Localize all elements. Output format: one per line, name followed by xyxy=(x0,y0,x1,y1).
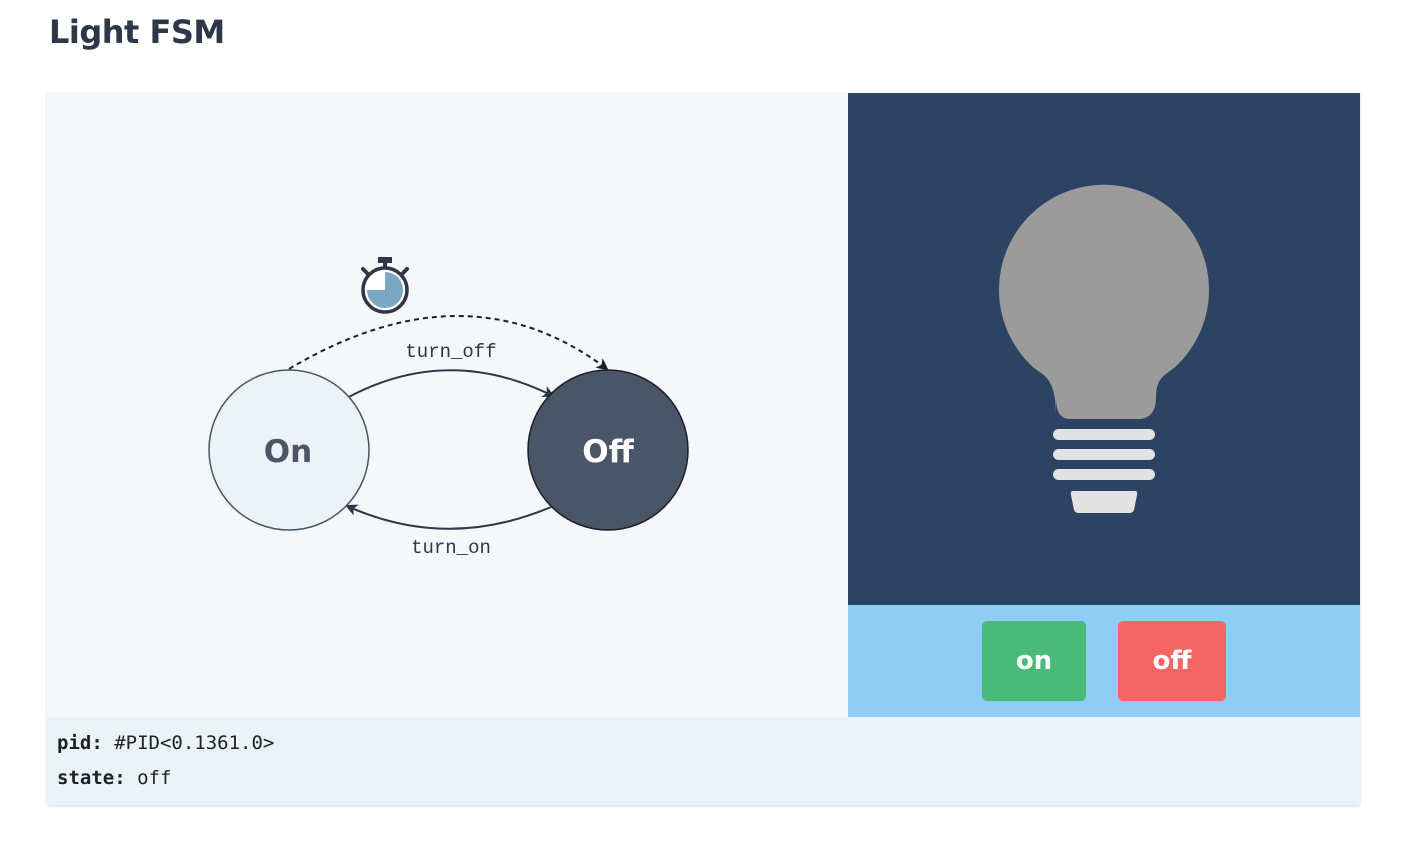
bulb-panel xyxy=(848,93,1360,605)
state-value: off xyxy=(137,767,172,789)
off-button[interactable]: off xyxy=(1118,621,1226,701)
controls-panel: on off xyxy=(848,605,1360,717)
state-diagram-svg: turn_off turn_on On Off xyxy=(208,257,689,559)
lightbulb-icon xyxy=(999,184,1209,513)
turn-off-transition-label: turn_off xyxy=(405,341,496,363)
pid-row: pid: #PID<0.1361.0> xyxy=(57,732,274,754)
state-node-off: Off xyxy=(527,369,689,531)
state-row: state: off xyxy=(57,767,171,789)
pid-key: pid: xyxy=(57,732,103,754)
state-label-on: On xyxy=(264,434,312,470)
info-panel: pid: #PID<0.1361.0> state: off xyxy=(47,717,1360,805)
on-button[interactable]: on xyxy=(982,621,1086,701)
turn-off-transition-arrow xyxy=(344,369,555,400)
state-key: state: xyxy=(57,767,126,789)
state-node-on: On xyxy=(208,369,370,531)
state-diagram: turn_off turn_on On Off xyxy=(47,93,848,717)
fsm-card: turn_off turn_on On Off on off pid: #PID… xyxy=(47,93,1360,805)
page-title: Light FSM xyxy=(49,13,225,51)
turn-on-transition-label: turn_on xyxy=(411,537,491,559)
stopwatch-icon xyxy=(361,257,409,314)
turn-on-transition-arrow xyxy=(345,504,552,530)
state-label-off: Off xyxy=(582,434,634,470)
pid-value: #PID<0.1361.0> xyxy=(114,732,275,754)
